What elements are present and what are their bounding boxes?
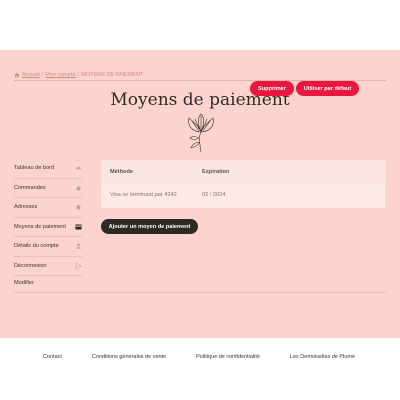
user-icon: [76, 243, 81, 249]
add-payment-method-button[interactable]: Ajouter un moyen de paiement: [101, 219, 198, 234]
home-icon: [76, 204, 81, 210]
breadcrumb: Accueil / Mon compte / MOYENS DE PAIEMEN…: [14, 72, 143, 78]
column-header-expiration: Expiration: [202, 169, 230, 175]
content-divider: [14, 292, 386, 293]
ginkgo-flower-icon: [188, 113, 214, 153]
footer-link-contact[interactable]: Contact: [43, 354, 62, 360]
main-content: Accueil / Mon compte / MOYENS DE PAIEMEN…: [0, 50, 400, 338]
expiration-cell: 02 / 2024: [202, 192, 226, 198]
sidebar-item-label: Tableau de bord: [14, 165, 55, 172]
sidebar-item-addresses[interactable]: Adresses: [14, 198, 82, 218]
breadcrumb-home-link[interactable]: Accueil: [22, 72, 40, 78]
sidebar-item-dashboard[interactable]: Tableau de bord: [14, 159, 82, 179]
footer-links: Contact Conditions générales de vente Po…: [0, 354, 400, 360]
delete-button[interactable]: Supprimer: [250, 81, 294, 96]
sidebar-item-label: Adresses: [14, 204, 38, 211]
footer-link-privacy[interactable]: Politique de confidentialité: [196, 354, 260, 360]
sidebar-item-account-details[interactable]: Détails du compte: [14, 237, 82, 257]
sidebar-edit-link[interactable]: Modifier: [14, 276, 82, 290]
dashboard-icon: [76, 167, 81, 170]
sidebar-item-label: Déconnexion: [14, 262, 47, 269]
sidebar-item-orders[interactable]: Commandes: [14, 179, 82, 198]
footer: Contact Conditions générales de vente Po…: [0, 338, 400, 400]
sidebar-item-payment-methods[interactable]: Moyens de paiement: [14, 218, 82, 237]
top-band: [0, 0, 400, 50]
footer-link-brand[interactable]: Les Demoiselles de Plume: [290, 354, 355, 360]
breadcrumb-separator: /: [77, 72, 80, 78]
sidebar-item-label: Moyens de paiement: [14, 223, 66, 230]
basket-icon: [76, 185, 81, 191]
set-default-button[interactable]: Utiliser par défaut: [296, 81, 359, 96]
sidebar-item-label: Détails du compte: [14, 243, 59, 250]
home-icon: [14, 72, 20, 78]
payment-methods-table: Méthode Expiration Visa se terminant par…: [101, 160, 385, 208]
breadcrumb-separator: /: [41, 72, 44, 78]
table-row: Visa se terminant par 4242 02 / 2024: [101, 184, 385, 208]
sidebar-item-label: Commandes: [14, 184, 46, 191]
footer-link-terms[interactable]: Conditions générales de vente: [92, 354, 166, 360]
breadcrumb-current: MOYENS DE PAIEMENT: [81, 72, 144, 78]
credit-card-icon: [75, 224, 82, 230]
account-sidebar: Tableau de bord Commandes Adresses Moyen…: [14, 159, 82, 290]
breadcrumb-account-link[interactable]: Mon compte: [45, 72, 75, 78]
logout-icon: [75, 263, 82, 269]
payment-method-cell: Visa se terminant par 4242: [110, 192, 177, 198]
sidebar-item-logout[interactable]: Déconnexion: [14, 257, 82, 276]
column-header-method: Méthode: [110, 169, 133, 175]
